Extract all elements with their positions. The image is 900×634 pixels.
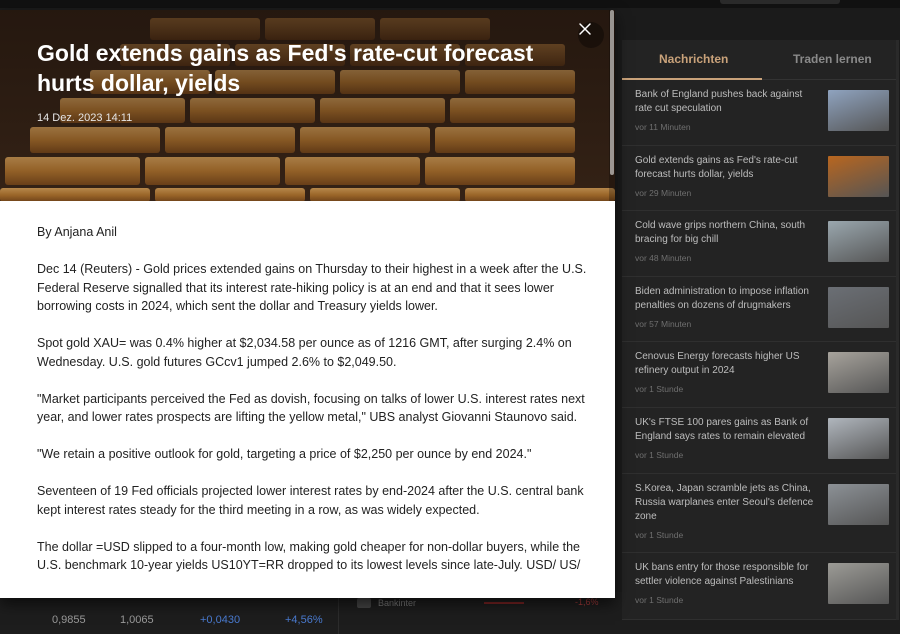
tab-nachrichten[interactable]: Nachrichten <box>659 52 728 66</box>
article-paragraph: "Market participants perceived the Fed a… <box>37 391 585 425</box>
news-thumbnail <box>828 221 889 262</box>
ticker-negative-value: -1,6% <box>575 597 599 607</box>
background-pill <box>720 0 840 4</box>
article-body: By Anjana Anil Dec 14 (Reuters) - Gold pr… <box>37 223 587 593</box>
background-top-bar <box>0 0 900 8</box>
news-thumbnail <box>828 90 889 131</box>
news-item-title: Cold wave grips northern China, south br… <box>635 220 806 245</box>
news-item-title: Biden administration to impose inflation… <box>635 286 809 311</box>
news-thumbnail <box>828 484 889 525</box>
news-item[interactable]: UK bans entry for those responsible for … <box>622 553 899 620</box>
news-item-time: vor 57 Minuten <box>635 319 692 329</box>
close-button[interactable] <box>578 22 604 48</box>
news-item-time: vor 29 Minuten <box>635 188 692 198</box>
news-item-title: S.Korea, Japan scramble jets as China, R… <box>635 483 814 522</box>
news-item[interactable]: Gold extends gains as Fed's rate-cut for… <box>622 146 899 211</box>
article-paragraph: Spot gold XAU= was 0.4% higher at $2,034… <box>37 336 572 369</box>
news-item[interactable]: S.Korea, Japan scramble jets as China, R… <box>622 474 899 553</box>
news-item-time: vor 11 Minuten <box>635 122 691 132</box>
tab-traden-lernen[interactable]: Traden lernen <box>793 52 872 66</box>
article-paragraph: "We retain a positive outlook for gold, … <box>37 447 532 461</box>
article-paragraph: Seventeen of 19 Fed officials projected … <box>37 484 584 517</box>
news-thumbnail <box>828 287 889 328</box>
news-item[interactable]: UK's FTSE 100 pares gains as Bank of Eng… <box>622 408 899 474</box>
article-paragraph: The dollar =USD slipped to a four-month … <box>37 539 581 573</box>
news-item-title: Cenovus Energy forecasts higher US refin… <box>635 351 800 376</box>
news-panel: Nachrichten Traden lernen Bank of Englan… <box>622 40 899 620</box>
ticker-divider <box>338 592 339 634</box>
news-tabs: Nachrichten Traden lernen <box>622 40 899 80</box>
ticker-bank-name: Bankinter <box>378 598 417 608</box>
article-paragraph: By Anjana Anil <box>37 225 117 239</box>
news-thumbnail <box>828 352 889 393</box>
news-item-time: vor 1 Stunde <box>635 450 684 460</box>
news-item[interactable]: Bank of England pushes back against rate… <box>622 80 899 146</box>
ticker-bar <box>484 602 524 604</box>
news-item[interactable]: Biden administration to impose inflation… <box>622 277 899 342</box>
news-panel-scrollbar[interactable] <box>896 40 899 620</box>
article-date: 14 Dez. 2023 14:11 <box>37 112 133 124</box>
article-hero-image: Gold extends gains as Fed's rate-cut for… <box>0 10 615 201</box>
ticker-change-percent: +4,56% <box>285 614 323 626</box>
ticker-change: +0,0430 <box>200 614 241 626</box>
news-item[interactable]: Cold wave grips northern China, south br… <box>622 211 899 277</box>
article-paragraph: Dec 14 (Reuters) - Gold prices extended … <box>37 262 587 313</box>
article-title: Gold extends gains as Fed's rate-cut for… <box>37 40 534 96</box>
news-item-title: UK bans entry for those responsible for … <box>635 562 809 587</box>
news-item-time: vor 1 Stunde <box>635 530 684 540</box>
news-item-title: UK's FTSE 100 pares gains as Bank of Eng… <box>635 417 809 442</box>
modal-scrollbar[interactable] <box>610 10 614 175</box>
news-thumbnail <box>828 156 889 197</box>
close-icon <box>579 23 591 35</box>
news-item-time: vor 1 Stunde <box>635 595 684 605</box>
news-item[interactable]: Cenovus Energy forecasts higher US refin… <box>622 342 899 408</box>
ticker-value-2: 1,0065 <box>120 614 154 626</box>
news-item-time: vor 48 Minuten <box>635 253 692 263</box>
article-modal: Gold extends gains as Fed's rate-cut for… <box>0 10 615 598</box>
news-thumbnail <box>828 418 889 459</box>
news-item-title: Gold extends gains as Fed's rate-cut for… <box>635 155 798 180</box>
ticker-value-1: 0,9855 <box>52 614 86 626</box>
news-item-title: Bank of England pushes back against rate… <box>635 89 803 114</box>
flag-icon <box>357 598 371 608</box>
news-thumbnail <box>828 563 889 604</box>
news-item-time: vor 1 Stunde <box>635 384 684 394</box>
